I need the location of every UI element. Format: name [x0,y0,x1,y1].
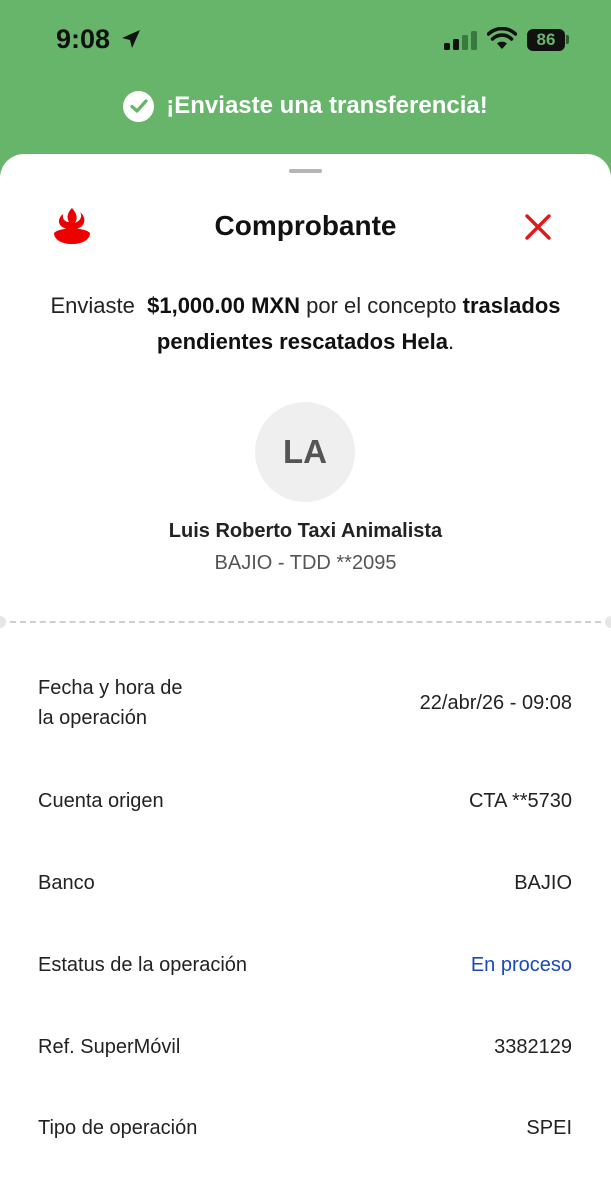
detail-value-ref: 3382129 [494,1036,572,1058]
detail-value-tipo: SPEI [526,1117,572,1139]
summary-middle: por el concepto [306,293,457,318]
receipt-sheet: Comprobante Enviaste $1,000.00 MXN por e… [0,154,611,1200]
battery-level: 86 [536,30,556,49]
recipient-name: Luis Roberto Taxi Animalista [168,520,443,542]
ticket-notch-left [0,616,6,628]
status-link[interactable]: En proceso [471,950,572,980]
detail-label-banco: Banco [38,872,95,894]
check-circle-icon [123,90,155,122]
status-bar: 9:08 86 [0,0,611,80]
detail-value-cuenta: CTA **5730 [468,790,572,812]
success-toast: ¡Enviaste una transferencia! [0,84,611,128]
summary-suffix: . [447,329,455,354]
recipient-avatar: LA [255,402,355,502]
sheet-drag-handle[interactable] [289,169,322,173]
transfer-summary: Enviaste $1,000.00 MXN por el concepto t… [30,288,581,360]
dashed-divider [10,621,601,623]
detail-label-fecha: Fecha y hora de la operación [38,673,183,733]
detail-label-cuenta: Cuenta origen [38,790,164,812]
detail-label-estatus: Estatus de la operación [38,954,248,976]
summary-prefix: Enviaste [50,293,135,318]
battery-nub [566,35,569,44]
detail-label-tipo: Tipo de operación [38,1117,198,1139]
battery-icon: 86 [527,29,565,51]
fecha-label-line1: Fecha y hora de [38,677,183,699]
toast-message: ¡Enviaste una transferencia! [166,92,488,119]
recipient-account: BAJIO - TDD **2095 [214,552,397,574]
avatar-initials: LA [283,433,327,470]
close-icon[interactable] [522,211,554,243]
ticket-notch-right [605,616,611,628]
summary-amount: $1,000.00 MXN [147,293,300,318]
detail-value-fecha: 22/abr/26 - 09:08 [419,692,572,714]
location-arrow-icon [122,30,140,48]
wifi-icon [487,27,517,49]
cellular-signal-icon [444,31,477,50]
fecha-label-line2: la operación [38,707,147,729]
detail-value-banco: BAJIO [514,872,572,894]
detail-label-ref: Ref. SuperMóvil [38,1036,181,1058]
sheet-title: Comprobante [214,210,397,241]
status-time: 9:08 [56,24,111,54]
